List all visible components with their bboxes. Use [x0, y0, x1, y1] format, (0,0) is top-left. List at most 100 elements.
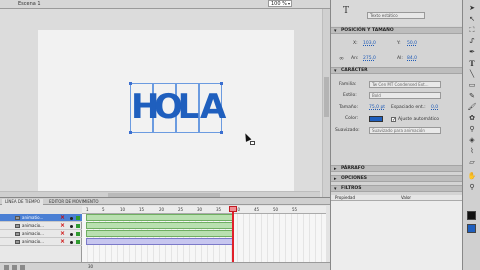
text-tool-icon: T: [343, 6, 350, 16]
properties-header: T Texto estático: [331, 0, 463, 26]
rectangle-icon[interactable]: ▭: [466, 81, 478, 90]
motion-tween-span[interactable]: [86, 238, 234, 245]
antialias-label: Suavizado:: [335, 128, 360, 133]
visibility-x-icon[interactable]: ×: [60, 222, 65, 230]
layer-row[interactable]: animatio... ×: [0, 214, 82, 222]
outline-square-icon[interactable]: [76, 232, 80, 236]
new-folder-icon[interactable]: [12, 265, 17, 270]
width-value[interactable]: 275,0: [363, 56, 376, 61]
layer-row[interactable]: animacio... ×: [0, 230, 82, 238]
visibility-x-icon[interactable]: ×: [60, 238, 65, 246]
text-letter[interactable]: O: [154, 82, 183, 132]
letter-spacing-value[interactable]: 0,0: [431, 105, 438, 110]
selection-handle[interactable]: [129, 82, 132, 85]
eyedropper-icon[interactable]: ⌇: [466, 147, 478, 156]
ruler-number: 5: [102, 207, 105, 212]
autokern-checkbox[interactable]: ✓: [391, 117, 396, 123]
color-label: Color:: [345, 116, 359, 121]
section-character[interactable]: CARÁCTER: [331, 67, 463, 74]
tab-timeline[interactable]: LÍNEA DE TIEMPO: [2, 199, 43, 205]
zoom-value: 100 %: [271, 1, 287, 7]
filters-table[interactable]: [331, 201, 463, 270]
motion-tween-span[interactable]: [86, 214, 234, 221]
free-transform-icon[interactable]: ⛶: [466, 26, 478, 35]
new-layer-icon[interactable]: [4, 265, 9, 270]
pen-icon[interactable]: ✒: [466, 48, 478, 57]
visibility-x-icon[interactable]: ×: [60, 214, 65, 222]
selection-handle[interactable]: [220, 82, 223, 85]
scrollbar-thumb[interactable]: [324, 77, 329, 117]
width-label: An:: [351, 56, 359, 61]
x-value[interactable]: 103,0: [363, 41, 376, 46]
lasso-icon[interactable]: ᔑ: [466, 37, 478, 46]
ruler-number: 30: [197, 207, 203, 212]
lock-dot-icon[interactable]: [70, 225, 73, 228]
zoom-select[interactable]: 100 % ▾: [268, 0, 292, 7]
hand-icon[interactable]: ✋: [466, 172, 478, 181]
size-label: Tamaño:: [339, 105, 359, 110]
lock-dot-icon[interactable]: [70, 233, 73, 236]
subselection-icon[interactable]: ↖: [466, 15, 478, 24]
layer-row[interactable]: animacio... ×: [0, 238, 82, 246]
font-style-value: Bold: [372, 93, 381, 98]
text-color-swatch[interactable]: [369, 116, 383, 122]
text-icon[interactable]: T: [466, 59, 478, 68]
tab-motion-editor[interactable]: EDITOR DE MOVIMIENTO: [46, 199, 102, 205]
scene-label[interactable]: Escena 1: [18, 1, 41, 7]
height-value[interactable]: 84,0: [407, 56, 417, 61]
frame-grid[interactable]: [82, 214, 326, 262]
selection-handle[interactable]: [220, 131, 223, 134]
ruler-number: 10: [120, 207, 126, 212]
section-position-size[interactable]: POSICIÓN Y TAMAÑO: [331, 27, 463, 34]
layer-name[interactable]: animacio...: [22, 230, 44, 238]
font-family-select[interactable]: Tw Cen MT Condensed Ext...: [369, 81, 441, 88]
layer-name[interactable]: animacio...: [22, 238, 44, 246]
font-size-value[interactable]: 75,0 pt: [369, 105, 385, 110]
brush-icon[interactable]: 🖌: [466, 103, 478, 112]
eraser-icon[interactable]: ▱: [466, 158, 478, 167]
zoom-icon[interactable]: ⚲: [466, 183, 478, 192]
playhead-handle[interactable]: [229, 206, 237, 212]
font-style-select[interactable]: Bold: [369, 92, 441, 99]
frame-ruler[interactable]: 1 5 10 15 20 25 30 35 40 45 50 55: [82, 206, 326, 214]
stroke-color-swatch[interactable]: [467, 211, 476, 220]
ruler-number: 50: [273, 207, 279, 212]
motion-tween-span[interactable]: [86, 230, 234, 237]
outline-square-icon[interactable]: [76, 240, 80, 244]
visibility-x-icon[interactable]: ×: [60, 230, 65, 238]
playhead[interactable]: [232, 206, 234, 264]
text-type-select[interactable]: Texto estático: [367, 12, 425, 19]
lock-proportions-icon[interactable]: ∞: [339, 55, 344, 62]
text-letter[interactable]: L: [177, 82, 200, 132]
ruler-number: 55: [292, 207, 298, 212]
pencil-icon[interactable]: ✎: [466, 92, 478, 101]
paint-bucket-icon[interactable]: ◈: [466, 136, 478, 145]
motion-tween-span[interactable]: [86, 222, 234, 229]
section-filters[interactable]: FILTROS: [331, 185, 463, 192]
layer-name[interactable]: animacio...: [22, 222, 44, 230]
text-letter[interactable]: A: [200, 82, 226, 132]
outline-square-icon[interactable]: [76, 224, 80, 228]
line-icon[interactable]: ╲: [466, 70, 478, 79]
lock-dot-icon[interactable]: [70, 241, 73, 244]
outline-square-icon[interactable]: [76, 216, 80, 220]
antialias-select[interactable]: Suavizado para animación: [369, 127, 441, 134]
lock-dot-icon[interactable]: [70, 217, 73, 220]
section-options[interactable]: OPCIONES: [331, 175, 463, 182]
x-label: X:: [353, 41, 358, 46]
vertical-scrollbar[interactable]: [322, 9, 330, 197]
fill-color-swatch[interactable]: [467, 224, 476, 233]
selection-handle[interactable]: [129, 131, 132, 134]
stage-area: H O L A: [0, 9, 330, 197]
bone-icon[interactable]: ⚲: [466, 125, 478, 134]
selection-arrow-icon[interactable]: ➤: [466, 4, 478, 13]
height-label: Al:: [397, 56, 403, 61]
deco-icon[interactable]: ✿: [466, 114, 478, 123]
section-paragraph[interactable]: PÁRRAFO: [331, 165, 463, 172]
layer-row[interactable]: animacio... ×: [0, 222, 82, 230]
layer-icon: [15, 232, 20, 236]
text-letter[interactable]: H: [131, 82, 159, 132]
delete-layer-icon[interactable]: [20, 265, 25, 270]
y-value[interactable]: 50,0: [407, 41, 417, 46]
layer-name[interactable]: animatio...: [22, 214, 43, 222]
